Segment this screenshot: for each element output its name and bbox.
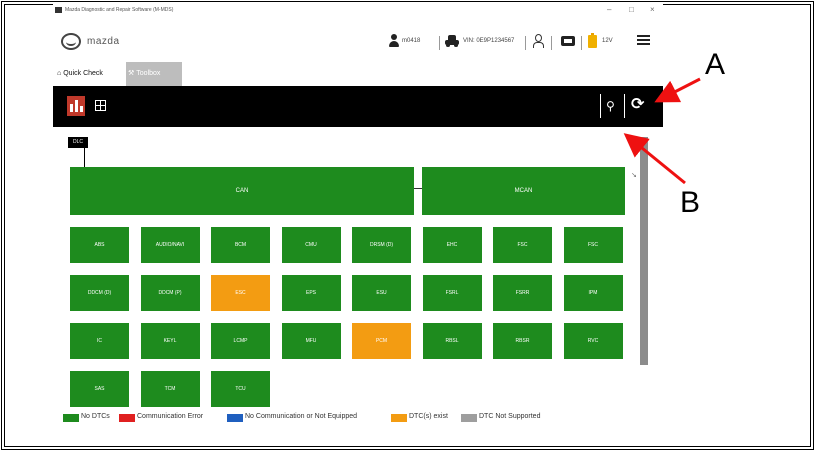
module-tile[interactable]: PCM	[352, 323, 411, 359]
battery-label: 12V	[602, 38, 613, 44]
brand-header: mazda m0418 VIN: 0E9P1234567 12V	[53, 20, 663, 62]
maximize-button[interactable]: □	[629, 5, 634, 14]
user-label: m0418	[402, 38, 421, 44]
menu-icon[interactable]	[637, 35, 650, 46]
legend-swatch	[227, 414, 243, 422]
tab-label: Toolbox	[136, 70, 161, 77]
scrollbar[interactable]	[640, 137, 648, 365]
window-title: Mazda Diagnostic and Repair Software (M-…	[65, 7, 174, 13]
module-tile[interactable]: DRSM (D)	[352, 227, 411, 263]
legend-swatch	[119, 414, 135, 422]
module-tile[interactable]: ABS	[70, 227, 129, 263]
module-tile[interactable]: DDCM (D)	[70, 275, 129, 311]
module-tile[interactable]: TCU	[211, 371, 270, 407]
dlc-connector[interactable]: DLC	[68, 137, 88, 148]
tab-bar: ⌂ Quick Check ⚒ Toolbox	[53, 62, 663, 86]
car-icon[interactable]	[445, 35, 459, 47]
legend-label: No DTCs	[81, 413, 110, 420]
minimize-button[interactable]: –	[607, 5, 611, 14]
table-view-icon[interactable]	[95, 100, 106, 111]
group-connector-line	[414, 188, 422, 189]
person-icon[interactable]	[389, 34, 399, 48]
vci-icon[interactable]	[561, 36, 575, 46]
module-tile[interactable]: FSC	[493, 227, 552, 263]
module-tile[interactable]: IPM	[563, 275, 623, 311]
plug-icon[interactable]: ⚲	[606, 98, 615, 114]
network-diagram: DLC CAN MCAN ABS AUDIO/NAVI BCM CMU DRSM (D)…	[53, 127, 663, 440]
wrench-icon: ⚒	[128, 70, 135, 77]
module-tile[interactable]: TCM	[140, 371, 200, 407]
module-tile[interactable]: SAS	[70, 371, 129, 407]
module-tile[interactable]: KEYL	[140, 323, 200, 359]
group-mcan[interactable]: MCAN	[422, 167, 625, 215]
window-titlebar: Mazda Diagnostic and Repair Software (M-…	[53, 4, 663, 16]
module-tile[interactable]: RVC	[563, 323, 623, 359]
module-tile[interactable]: FSC	[563, 227, 623, 263]
header-divider	[551, 36, 552, 50]
connector-line	[84, 148, 85, 167]
callout-label-b: B	[680, 186, 701, 219]
battery-icon[interactable]	[588, 33, 597, 48]
legend-swatch	[461, 414, 477, 422]
header-divider	[439, 36, 440, 50]
legend-swatch	[63, 414, 79, 422]
callout-label-a: A	[705, 48, 726, 81]
app-icon	[55, 7, 62, 13]
module-tile[interactable]: RBSL	[422, 323, 482, 359]
group-can[interactable]: CAN	[70, 167, 414, 215]
header-divider	[525, 36, 526, 50]
brand-wordmark: mazda	[87, 36, 120, 47]
vehicle-label: VIN: 0E9P1234567	[463, 38, 515, 44]
module-tile[interactable]: EPS	[281, 275, 341, 311]
module-tile[interactable]: FSRR	[493, 275, 552, 311]
user-outline-icon[interactable]	[533, 34, 544, 48]
scroll-up-icon[interactable]: ↘	[631, 171, 637, 179]
legend-label: DTC Not Supported	[479, 413, 541, 420]
tab-toolbox[interactable]: ⚒ Toolbox	[126, 62, 182, 86]
toolbar-divider	[600, 94, 601, 118]
home-icon: ⌂	[57, 70, 62, 77]
tab-label: Quick Check	[63, 70, 103, 77]
header-divider	[581, 36, 582, 50]
module-tile[interactable]: LCMP	[211, 323, 270, 359]
tab-quick-check[interactable]: ⌂ Quick Check	[55, 62, 123, 86]
legend-swatch	[391, 414, 407, 422]
toolbar-divider	[624, 94, 625, 118]
app-window: Mazda Diagnostic and Repair Software (M-…	[53, 4, 663, 440]
module-tile[interactable]: CMU	[281, 227, 341, 263]
mazda-logo-icon	[61, 33, 81, 50]
scrollbar-thumb[interactable]	[640, 137, 648, 365]
module-tile[interactable]: DDCM (P)	[140, 275, 200, 311]
module-tile[interactable]: ESC	[211, 275, 270, 311]
module-tile[interactable]: FSRL	[422, 275, 482, 311]
close-button[interactable]: ×	[650, 5, 655, 14]
module-tile[interactable]: ESU	[352, 275, 411, 311]
legend-label: No Communication or Not Equipped	[245, 413, 358, 420]
module-tile[interactable]: EHC	[422, 227, 482, 263]
module-tile[interactable]: MFU	[281, 323, 341, 359]
module-tile[interactable]: AUDIO/NAVI	[140, 227, 200, 263]
module-tile[interactable]: IC	[70, 323, 129, 359]
module-tile[interactable]: RBSR	[493, 323, 552, 359]
network-view-button[interactable]	[67, 96, 85, 116]
legend-label: Communication Error	[137, 413, 204, 420]
legend-label: DTC(s) exist	[409, 413, 448, 420]
module-tile[interactable]: BCM	[211, 227, 270, 263]
refresh-icon[interactable]: ⟳	[631, 95, 644, 115]
toolbar: ⚲ ⟳	[53, 86, 663, 127]
